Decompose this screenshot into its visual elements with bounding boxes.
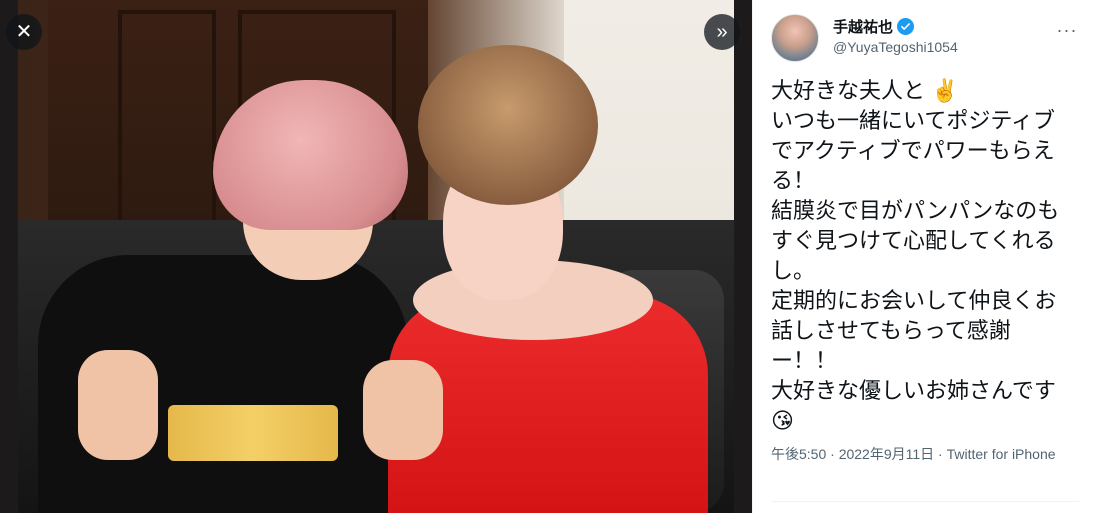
tweet-timestamp[interactable]: 午後5:50 · 2022年9月11日 · Twitter for iPhone xyxy=(771,444,1071,465)
author-name[interactable]: 手越祐也 xyxy=(833,16,893,37)
verified-badge-icon xyxy=(897,18,915,35)
chevron-double-right-icon: » xyxy=(716,21,728,43)
divider xyxy=(771,501,1079,502)
close-icon: ✕ xyxy=(15,21,33,43)
next-image-button[interactable]: » xyxy=(704,14,740,50)
media-viewer: ✕ » xyxy=(0,0,752,513)
tweet-panel: 手越祐也 @YuyaTegoshi1054 ··· 大好きな夫人と ✌️ いつも… xyxy=(752,0,1093,513)
tweet-photo[interactable] xyxy=(18,0,734,513)
author-handle[interactable]: @YuyaTegoshi1054 xyxy=(833,39,958,55)
photo-peace-hand-right xyxy=(363,360,443,460)
photo-person-right-hair xyxy=(418,45,598,205)
photo-shirt-logo xyxy=(168,405,338,461)
more-options-button[interactable]: ··· xyxy=(1051,14,1083,46)
more-icon: ··· xyxy=(1056,19,1078,40)
close-button[interactable]: ✕ xyxy=(6,14,42,50)
avatar[interactable] xyxy=(771,14,819,62)
tweet-text: 大好きな夫人と ✌️ いつも一緒にいてポジティブでアクティブでパワーもらえる！ … xyxy=(771,78,1060,433)
author-row: 手越祐也 xyxy=(833,16,915,37)
photo-peace-hand-left xyxy=(78,350,158,460)
